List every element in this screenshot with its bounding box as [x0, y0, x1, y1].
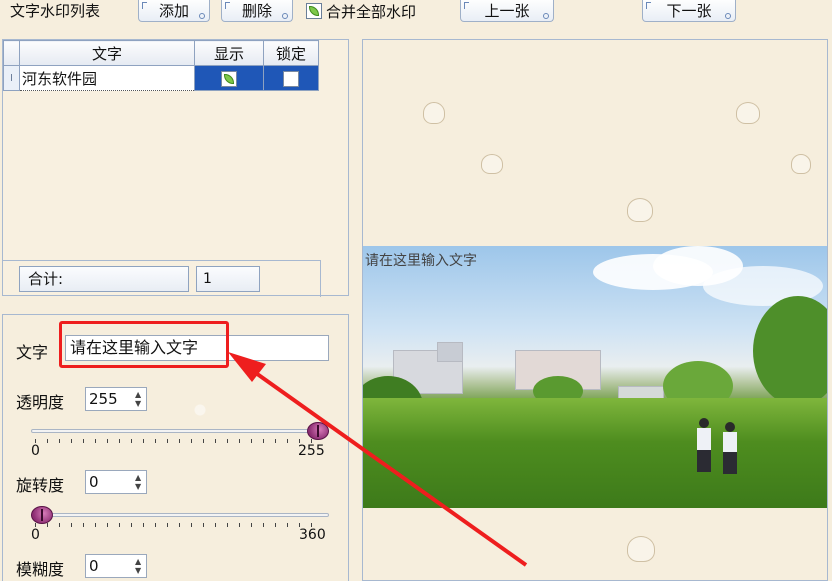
- add-button[interactable]: 添加: [138, 0, 210, 22]
- spin-arrows-icon[interactable]: ▲ ▼: [135, 390, 143, 408]
- rotation-max-label: 360: [299, 527, 326, 543]
- opacity-label: 透明度: [16, 393, 65, 412]
- highlight-box: [59, 321, 229, 368]
- column-header-text[interactable]: 文字: [19, 40, 195, 66]
- total-value: 1: [196, 266, 260, 292]
- show-checkbox[interactable]: [194, 65, 264, 91]
- blur-label: 模糊度: [16, 560, 65, 579]
- watermark-text-overlay[interactable]: 请在这里输入文字: [365, 250, 477, 270]
- preview-photo: 请在这里输入文字: [363, 246, 827, 508]
- merge-all-checkbox[interactable]: 合并全部水印: [306, 2, 416, 22]
- opacity-slider-ticks: [35, 439, 323, 445]
- blur-spinbox[interactable]: 0 ▲ ▼: [85, 554, 147, 578]
- toolbar-title: 文字水印列表: [10, 2, 101, 20]
- opacity-min-label: 0: [31, 443, 40, 459]
- rotation-spinbox[interactable]: 0 ▲ ▼: [85, 470, 147, 494]
- text-field-label: 文字: [16, 343, 49, 362]
- spin-arrows-icon[interactable]: ▲ ▼: [135, 557, 143, 575]
- column-header-show[interactable]: 显示: [194, 40, 264, 66]
- delete-button[interactable]: 删除: [221, 0, 293, 22]
- shell-decoration-icon: [481, 154, 503, 174]
- toolbar: 文字水印列表 添加 删除 合并全部水印 上一张 下一张: [0, 0, 832, 30]
- total-label: 合计:: [19, 266, 189, 292]
- table-row[interactable]: I 河东软件园: [3, 65, 319, 91]
- rotation-slider-track[interactable]: [31, 513, 329, 517]
- opacity-value: 255: [89, 390, 118, 408]
- opacity-max-label: 255: [298, 443, 325, 459]
- opacity-slider-track[interactable]: [31, 429, 329, 433]
- prev-image-button[interactable]: 上一张: [460, 0, 554, 22]
- merge-all-label: 合并全部水印: [326, 3, 417, 21]
- column-header-lock[interactable]: 锁定: [263, 40, 319, 66]
- person-figure: [697, 418, 711, 472]
- shell-decoration-icon: [627, 198, 653, 222]
- watermark-name-cell[interactable]: 河东软件园: [19, 65, 195, 91]
- rotation-value: 0: [89, 473, 99, 491]
- next-image-button[interactable]: 下一张: [642, 0, 736, 22]
- ladybug-thumb-icon[interactable]: [307, 422, 329, 440]
- total-bar: 合计: 1: [3, 260, 321, 297]
- shell-decoration-icon: [791, 154, 811, 174]
- ladybug-thumb-icon[interactable]: [31, 506, 53, 524]
- shell-decoration-icon: [423, 102, 445, 124]
- tree: [753, 296, 827, 406]
- shell-decoration-icon: [736, 102, 760, 124]
- blur-value: 0: [89, 557, 99, 575]
- rotation-min-label: 0: [31, 527, 40, 543]
- leaf-check-icon: [221, 70, 237, 87]
- rotation-label: 旋转度: [16, 476, 65, 495]
- person-figure: [723, 422, 737, 476]
- spin-arrows-icon[interactable]: ▲ ▼: [135, 473, 143, 491]
- shell-decoration-icon: [627, 536, 655, 562]
- lock-checkbox[interactable]: [263, 65, 319, 91]
- preview-panel: 请在这里输入文字: [362, 39, 828, 581]
- watermark-table: 文字 显示 锁定 I 河东软件园: [3, 40, 319, 91]
- building: [437, 342, 463, 362]
- row-header-corner: [3, 40, 20, 66]
- watermark-settings-panel: 文字 请在这里输入文字 透明度 255 ▲ ▼ 0 255 旋转度 0 ▲ ▼ 0 …: [2, 314, 349, 581]
- grass-field: [363, 398, 827, 508]
- table-header-row: 文字 显示 锁定: [3, 40, 319, 66]
- text-cursor-icon: I: [3, 65, 20, 91]
- watermark-list-panel: 文字 显示 锁定 I 河东软件园 合计: 1: [2, 39, 349, 297]
- opacity-spinbox[interactable]: 255 ▲ ▼: [85, 387, 147, 411]
- rotation-slider-ticks: [35, 523, 323, 529]
- leaf-check-icon: [306, 3, 322, 19]
- empty-checkbox-icon: [283, 70, 299, 87]
